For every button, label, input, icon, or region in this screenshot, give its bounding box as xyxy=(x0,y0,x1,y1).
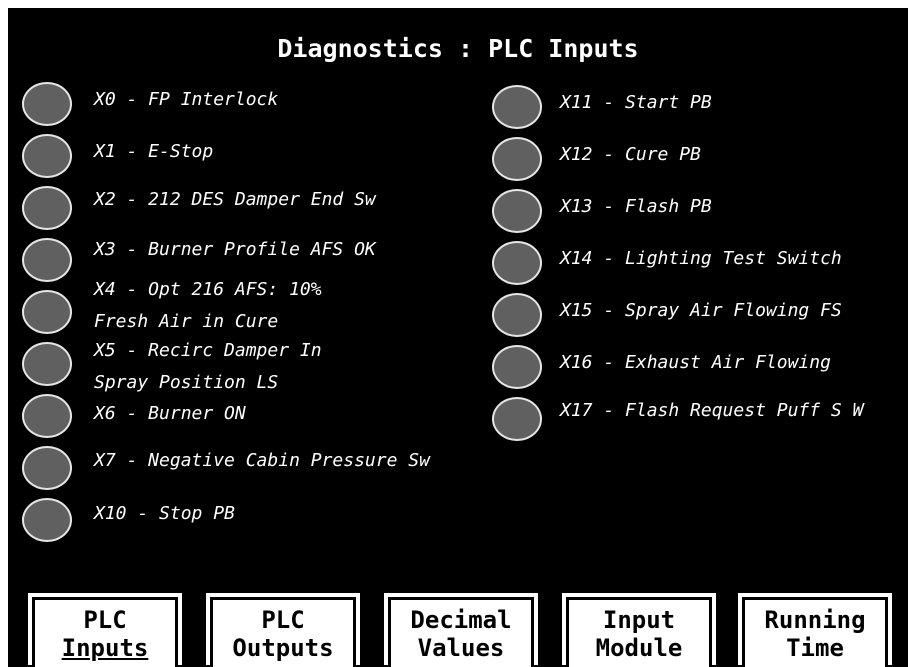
page-title: Diagnostics : PLC Inputs xyxy=(277,34,639,63)
input-x2-label: X2 - 212 DES Damper End Sw xyxy=(94,189,376,210)
softkey-input-module[interactable]: Input Module xyxy=(560,591,718,667)
input-x5-label: X5 - Recirc Damper In xyxy=(94,340,322,361)
input-x4-label: X4 - Opt 216 AFS: 10% xyxy=(94,279,322,300)
input-x15-indicator xyxy=(492,293,542,337)
input-x14-indicator xyxy=(492,241,542,285)
input-x10-label: X10 - Stop PB xyxy=(94,503,235,524)
input-x1-indicator xyxy=(22,134,72,178)
input-x12-label: X12 - Cure PB xyxy=(560,144,701,165)
softkey-face: Running Time xyxy=(742,597,888,667)
input-x4-indicator xyxy=(22,290,72,334)
input-x10-indicator xyxy=(22,498,72,542)
softkey-label-line2: Inputs xyxy=(61,633,149,662)
softkey-label-line2: Outputs xyxy=(232,633,334,662)
softkey-plc-outputs[interactable]: PLC Outputs xyxy=(204,591,362,667)
input-x5-indicator xyxy=(22,342,72,386)
input-x13-label: X13 - Flash PB xyxy=(560,196,712,217)
input-x7-indicator xyxy=(22,446,72,490)
input-x15-label: X15 - Spray Air Flowing FS xyxy=(560,300,842,321)
softkey-running-time[interactable]: Running Time xyxy=(736,591,894,667)
input-x12-indicator xyxy=(492,137,542,181)
softkey-face: Input Module xyxy=(566,597,712,667)
input-x3-label: X3 - Burner Profile AFS OK xyxy=(94,239,376,260)
softkey-label-line2: Time xyxy=(786,633,844,662)
input-x14-label: X14 - Lighting Test Switch xyxy=(560,248,842,269)
softkey-face: PLC Outputs xyxy=(210,597,356,667)
input-x5-label-line2: Spray Position LS xyxy=(94,372,279,393)
input-x2-indicator xyxy=(22,186,72,230)
input-x11-indicator xyxy=(492,85,542,129)
input-x17-indicator xyxy=(492,397,542,441)
input-x1-label: X1 - E-Stop xyxy=(94,141,214,162)
softkey-label-line1: Decimal xyxy=(410,605,512,634)
softkey-label-line1: PLC xyxy=(261,605,305,634)
input-x16-indicator xyxy=(492,345,542,389)
softkey-decimal-values[interactable]: Decimal Values xyxy=(382,591,540,667)
softkey-face: Decimal Values xyxy=(388,597,534,667)
hmi-screen: Diagnostics : PLC Inputs X0 - FP Interlo… xyxy=(8,8,908,667)
softkey-label-line1: PLC xyxy=(83,605,127,634)
input-x6-indicator xyxy=(22,394,72,438)
input-x3-indicator xyxy=(22,238,72,282)
input-x11-label: X11 - Start PB xyxy=(560,92,712,113)
input-x4-label-line2: Fresh Air in Cure xyxy=(94,311,279,332)
input-x7-label: X7 - Negative Cabin Pressure Sw xyxy=(94,450,430,471)
input-x6-label: X6 - Burner ON xyxy=(94,403,246,424)
softkey-face: PLC Inputs xyxy=(32,597,178,667)
softkey-label-line2: Module xyxy=(595,633,683,662)
input-x17-label: X17 - Flash Request Puff S W xyxy=(560,400,864,421)
softkey-label-line1: Input xyxy=(602,605,676,634)
softkey-label-line2: Values xyxy=(417,633,505,662)
input-x0-indicator xyxy=(22,82,72,126)
input-x16-label: X16 - Exhaust Air Flowing xyxy=(560,352,831,373)
input-x0-label: X0 - FP Interlock xyxy=(94,89,279,110)
input-x13-indicator xyxy=(492,189,542,233)
softkey-label-line1: Running xyxy=(764,605,866,634)
softkey-plc-inputs[interactable]: PLC Inputs xyxy=(26,591,184,667)
